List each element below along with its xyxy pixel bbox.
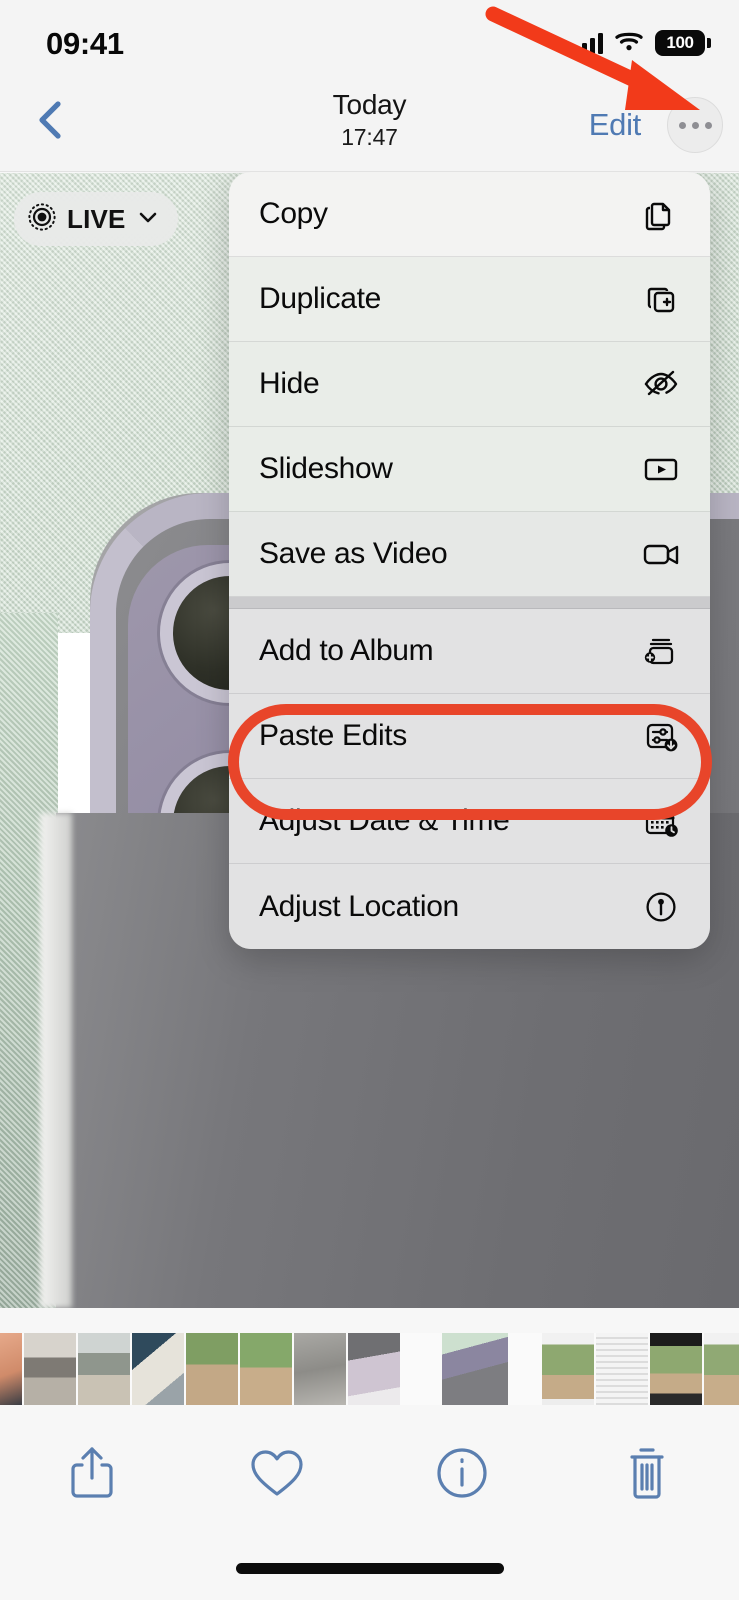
menu-item-label: Adjust Location	[259, 889, 459, 923]
menu-item-label: Add to Album	[259, 634, 434, 667]
thumb-gap	[402, 1333, 440, 1405]
thumb-person[interactable]	[0, 1333, 22, 1405]
photo-bottom-toolbar[interactable]	[0, 1405, 739, 1545]
thumb-patio-2[interactable]	[78, 1333, 130, 1405]
menu-group-separator	[229, 597, 710, 609]
menu-item-label: Copy	[259, 197, 328, 230]
photo-left-highlight	[40, 813, 72, 1308]
thumb-cushion[interactable]	[132, 1333, 184, 1405]
duplicate-icon	[638, 276, 684, 322]
play-rectangle-icon	[638, 446, 684, 492]
thumb-screenshot-2[interactable]	[596, 1333, 648, 1405]
menu-item-label: Slideshow	[259, 452, 393, 485]
trash-icon	[621, 1444, 673, 1507]
thumb-screenshot-4[interactable]	[704, 1333, 739, 1405]
thumb-patio-1[interactable]	[24, 1333, 76, 1405]
thumb-gap-2	[510, 1333, 540, 1405]
photos-app-screen: LIVE Copy Duplicate Hide Slideshow Save …	[0, 0, 739, 1600]
context-menu[interactable]: Copy Duplicate Hide Slideshow Save as Vi…	[229, 172, 710, 949]
thumb-screenshot-1[interactable]	[542, 1333, 594, 1405]
menu-item-slideshow[interactable]: Slideshow	[229, 427, 710, 512]
more-button[interactable]	[667, 97, 723, 153]
eye-slash-icon	[638, 361, 684, 407]
menu-item-paste-edits[interactable]: Paste Edits	[229, 694, 710, 779]
video-camera-icon	[638, 531, 684, 577]
copy-icon	[638, 191, 684, 237]
live-photo-icon	[26, 201, 58, 238]
info-button[interactable]	[370, 1405, 555, 1545]
menu-item-save-as-video[interactable]: Save as Video	[229, 512, 710, 597]
menu-item-hide[interactable]: Hide	[229, 342, 710, 427]
navigation-bar: Today 17:47 Edit	[0, 78, 739, 172]
status-bar: 09:41 100	[0, 0, 739, 78]
menu-item-add-to-album[interactable]: Add to Album	[229, 609, 710, 694]
live-photo-badge[interactable]: LIVE	[14, 192, 178, 246]
battery-percent-label: 100	[666, 33, 694, 52]
thumb-iphone-case[interactable]	[442, 1333, 508, 1405]
thumb-sofa-1[interactable]	[294, 1333, 346, 1405]
menu-item-duplicate[interactable]: Duplicate	[229, 257, 710, 342]
menu-item-label: Hide	[259, 367, 320, 400]
cellular-signal-icon	[574, 32, 603, 54]
thumb-plant-2[interactable]	[240, 1333, 292, 1405]
battery-icon: 100	[655, 30, 711, 56]
chevron-down-icon	[135, 204, 161, 235]
menu-item-adjust-location[interactable]: Adjust Location	[229, 864, 710, 949]
photo-filmstrip[interactable]	[0, 1333, 739, 1405]
share-icon	[66, 1444, 118, 1507]
delete-button[interactable]	[554, 1405, 739, 1545]
paste-edits-icon	[638, 713, 684, 759]
thumb-plant-1[interactable]	[186, 1333, 238, 1405]
share-button[interactable]	[0, 1405, 185, 1545]
menu-item-copy[interactable]: Copy	[229, 172, 710, 257]
heart-icon	[248, 1446, 306, 1505]
status-bar-indicators: 100	[574, 28, 711, 58]
calendar-clock-icon	[638, 798, 684, 844]
info-circle-icon	[434, 1445, 490, 1506]
live-photo-label: LIVE	[67, 203, 126, 234]
thumb-screenshot-3[interactable]	[650, 1333, 702, 1405]
edit-button[interactable]: Edit	[589, 78, 642, 172]
favorite-button[interactable]	[185, 1405, 370, 1545]
menu-item-label: Duplicate	[259, 282, 381, 315]
thumb-sofa-2[interactable]	[348, 1333, 400, 1405]
add-to-album-icon	[638, 628, 684, 674]
menu-item-label: Save as Video	[259, 537, 448, 570]
home-indicator	[235, 1563, 504, 1574]
menu-item-label: Adjust Date & Time	[259, 804, 510, 837]
status-bar-time: 09:41	[46, 26, 124, 61]
wifi-icon	[614, 29, 644, 58]
location-pin-icon	[638, 884, 684, 930]
menu-item-adjust-date-time[interactable]: Adjust Date & Time	[229, 779, 710, 864]
menu-item-label: Paste Edits	[259, 719, 407, 752]
